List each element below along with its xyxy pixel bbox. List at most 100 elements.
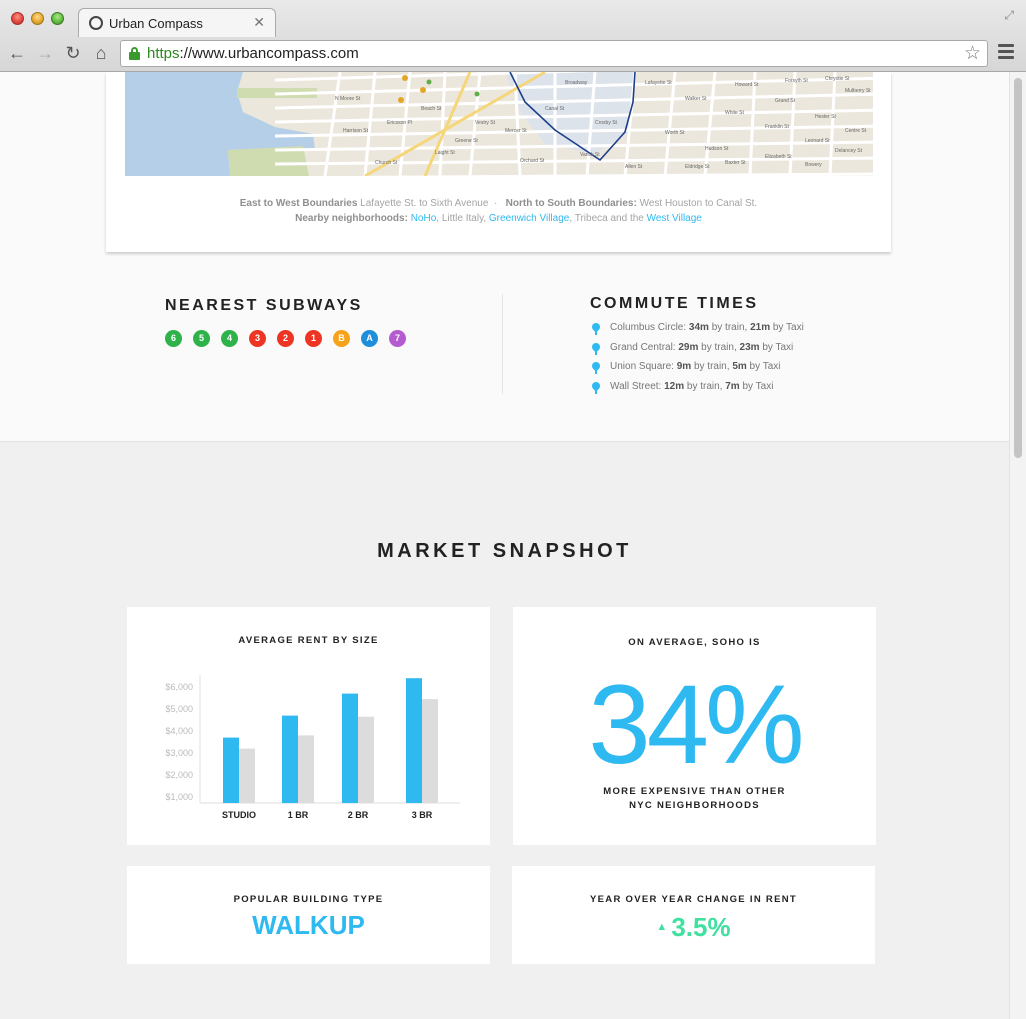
map-street-label: Eldridge St — [685, 164, 710, 170]
map-street-label: White St — [725, 110, 745, 116]
url-text: https://www.urbancompass.com — [147, 45, 359, 62]
subway-line-badge: 7 — [389, 330, 406, 347]
y-tick-label: $2,000 — [165, 770, 193, 780]
map-street-label: Mercer St — [505, 128, 527, 134]
lock-icon — [129, 47, 140, 60]
bar — [223, 737, 239, 803]
bar — [406, 678, 422, 803]
map-street-label: Orchard St — [520, 158, 545, 164]
map-street-label: Greene St — [455, 138, 478, 144]
bookmark-star-icon[interactable]: ☆ — [964, 42, 981, 65]
map-street-label: Forsyth St — [785, 78, 808, 84]
commute-text: Columbus Circle: 34m by train, 21m by Ta… — [610, 322, 804, 333]
scrollbar-thumb[interactable] — [1014, 78, 1022, 458]
map-card: N Moore St Harrison St Ericsson Pl Beach St… — [106, 72, 891, 252]
y-tick-label: $5,000 — [165, 704, 193, 714]
reload-button[interactable]: ↻ — [62, 42, 84, 64]
map-street-label: Church St — [375, 160, 398, 166]
map-street-label: N Moore St — [335, 96, 361, 102]
building-type-title: POPULAR BUILDING TYPE — [233, 894, 384, 905]
minimize-window-button[interactable] — [31, 12, 44, 25]
y-tick-label: $1,000 — [165, 792, 193, 802]
yoy-change-value: ▲ 3.5% — [656, 912, 731, 942]
up-arrow-icon: ▲ — [656, 921, 668, 933]
subway-line-badge: 3 — [249, 330, 266, 347]
commute-times-title: COMMUTE TIMES — [590, 295, 759, 312]
home-button[interactable]: ⌂ — [90, 42, 112, 64]
price-comparison-caption: MORE EXPENSIVE THAN OTHER NYC NEIGHBORHO… — [603, 786, 786, 811]
commute-text: Wall Street: 12m by train, 7m by Taxi — [610, 380, 774, 392]
price-comparison-card: ON AVERAGE, SOHO IS 34% MORE EXPENSIVE T… — [513, 607, 876, 845]
subway-line-badge: A — [361, 330, 378, 347]
subway-line-badge: 2 — [277, 330, 294, 347]
map-street-label: Howard St — [735, 82, 759, 88]
boundaries-line-2: Nearby neighborhoods: NoHo, Little Italy… — [295, 213, 702, 224]
map-street-label: Hudson St — [705, 146, 729, 152]
fullscreen-icon[interactable]: ⤢ — [1004, 8, 1014, 23]
neighborhood-map[interactable]: N Moore St Harrison St Ericsson Pl Beach St… — [125, 72, 873, 176]
building-type-card: POPULAR BUILDING TYPE WALKUP — [127, 866, 490, 964]
price-comparison-title: ON AVERAGE, SOHO IS — [628, 637, 761, 648]
boundaries-line-1: East to West Boundaries Lafayette St. to… — [239, 198, 758, 209]
yoy-change-title: YEAR OVER YEAR CHANGE IN RENT — [590, 894, 797, 905]
x-tick-label: STUDIO — [222, 810, 256, 820]
map-street-label: Walker St — [685, 96, 707, 102]
compass-icon — [89, 16, 103, 30]
address-bar[interactable]: https://www.urbancompass.com ☆ — [120, 40, 988, 67]
rent-chart: $1,000 $2,000 $3,000 $4,000 $5,000 $6,000 STUD… — [165, 675, 460, 820]
subway-line-badge: 5 — [193, 330, 210, 347]
bar — [358, 716, 374, 803]
map-street-label: Worth St — [665, 130, 685, 136]
map-street-label: Bowery — [805, 162, 822, 168]
map-street-label: Crosby St — [595, 120, 618, 126]
x-tick-label: 3 BR — [412, 810, 433, 820]
neighborhood-section: N Moore St Harrison St Ericsson Pl Beach St… — [0, 72, 1009, 442]
commute-text: Union Square: 9m by train, 5m by Taxi — [610, 361, 781, 372]
map-street-label: Vestry St — [475, 120, 496, 126]
map-street-label: Mulberry St — [845, 88, 871, 94]
map-street-label: Elizabeth St — [765, 154, 792, 160]
menu-icon[interactable] — [998, 44, 1014, 60]
y-tick-label: $6,000 — [165, 682, 193, 692]
map-street-label: Canal St — [545, 106, 565, 112]
x-tick-label: 2 BR — [348, 810, 369, 820]
subway-line-badge: B — [333, 330, 350, 347]
boundaries-text: East to West Boundaries Lafayette St. to… — [106, 196, 891, 226]
map-street-label: Baxter St — [725, 160, 746, 166]
map-street-label: Hester St — [815, 114, 836, 120]
market-snapshot-title: MARKET SNAPSHOT — [377, 540, 632, 562]
bar — [422, 699, 438, 803]
nearby-tribeca: Tribeca — [574, 213, 608, 224]
bar — [342, 693, 358, 803]
x-tick-label: 1 BR — [288, 810, 309, 820]
close-icon[interactable]: ✕ — [253, 14, 265, 31]
map-street-label: Varick St — [580, 152, 600, 158]
map-street-label: Harrison St — [343, 128, 369, 134]
nearby-little-italy: Little Italy — [441, 213, 484, 224]
subway-line-badge: 6 — [165, 330, 182, 347]
forward-button[interactable]: → — [34, 42, 56, 64]
map-street-label: Chrystie St — [825, 76, 850, 82]
close-window-button[interactable] — [11, 12, 24, 25]
subway-line-badge: 1 — [305, 330, 322, 347]
zoom-window-button[interactable] — [51, 12, 64, 25]
yoy-change-card: YEAR OVER YEAR CHANGE IN RENT ▲ 3.5% — [512, 866, 875, 964]
bar — [298, 735, 314, 803]
map-street-label: Centre St — [845, 128, 867, 134]
map-street-label: Broadway — [565, 80, 588, 86]
back-button[interactable]: ← — [6, 42, 28, 64]
y-tick-label: $3,000 — [165, 748, 193, 758]
average-rent-card: AVERAGE RENT BY SIZE $1,000 $2,000 $3,000 $… — [127, 607, 490, 845]
link-west-village[interactable]: West Village — [647, 213, 702, 224]
tab-title: Urban Compass — [109, 16, 203, 31]
scrollbar[interactable] — [1009, 72, 1026, 1019]
link-noho[interactable]: NoHo — [411, 213, 437, 224]
link-greenwich-village[interactable]: Greenwich Village — [489, 213, 569, 224]
map-street-label: Allen St — [625, 164, 643, 170]
page-viewport: N Moore St Harrison St Ericsson Pl Beach St… — [0, 72, 1009, 1019]
map-street-label: Grand St — [775, 98, 796, 104]
browser-tab[interactable]: Urban Compass ✕ — [78, 8, 276, 37]
y-tick-label: $4,000 — [165, 726, 193, 736]
subway-line-badge: 4 — [221, 330, 238, 347]
divider — [502, 294, 503, 394]
